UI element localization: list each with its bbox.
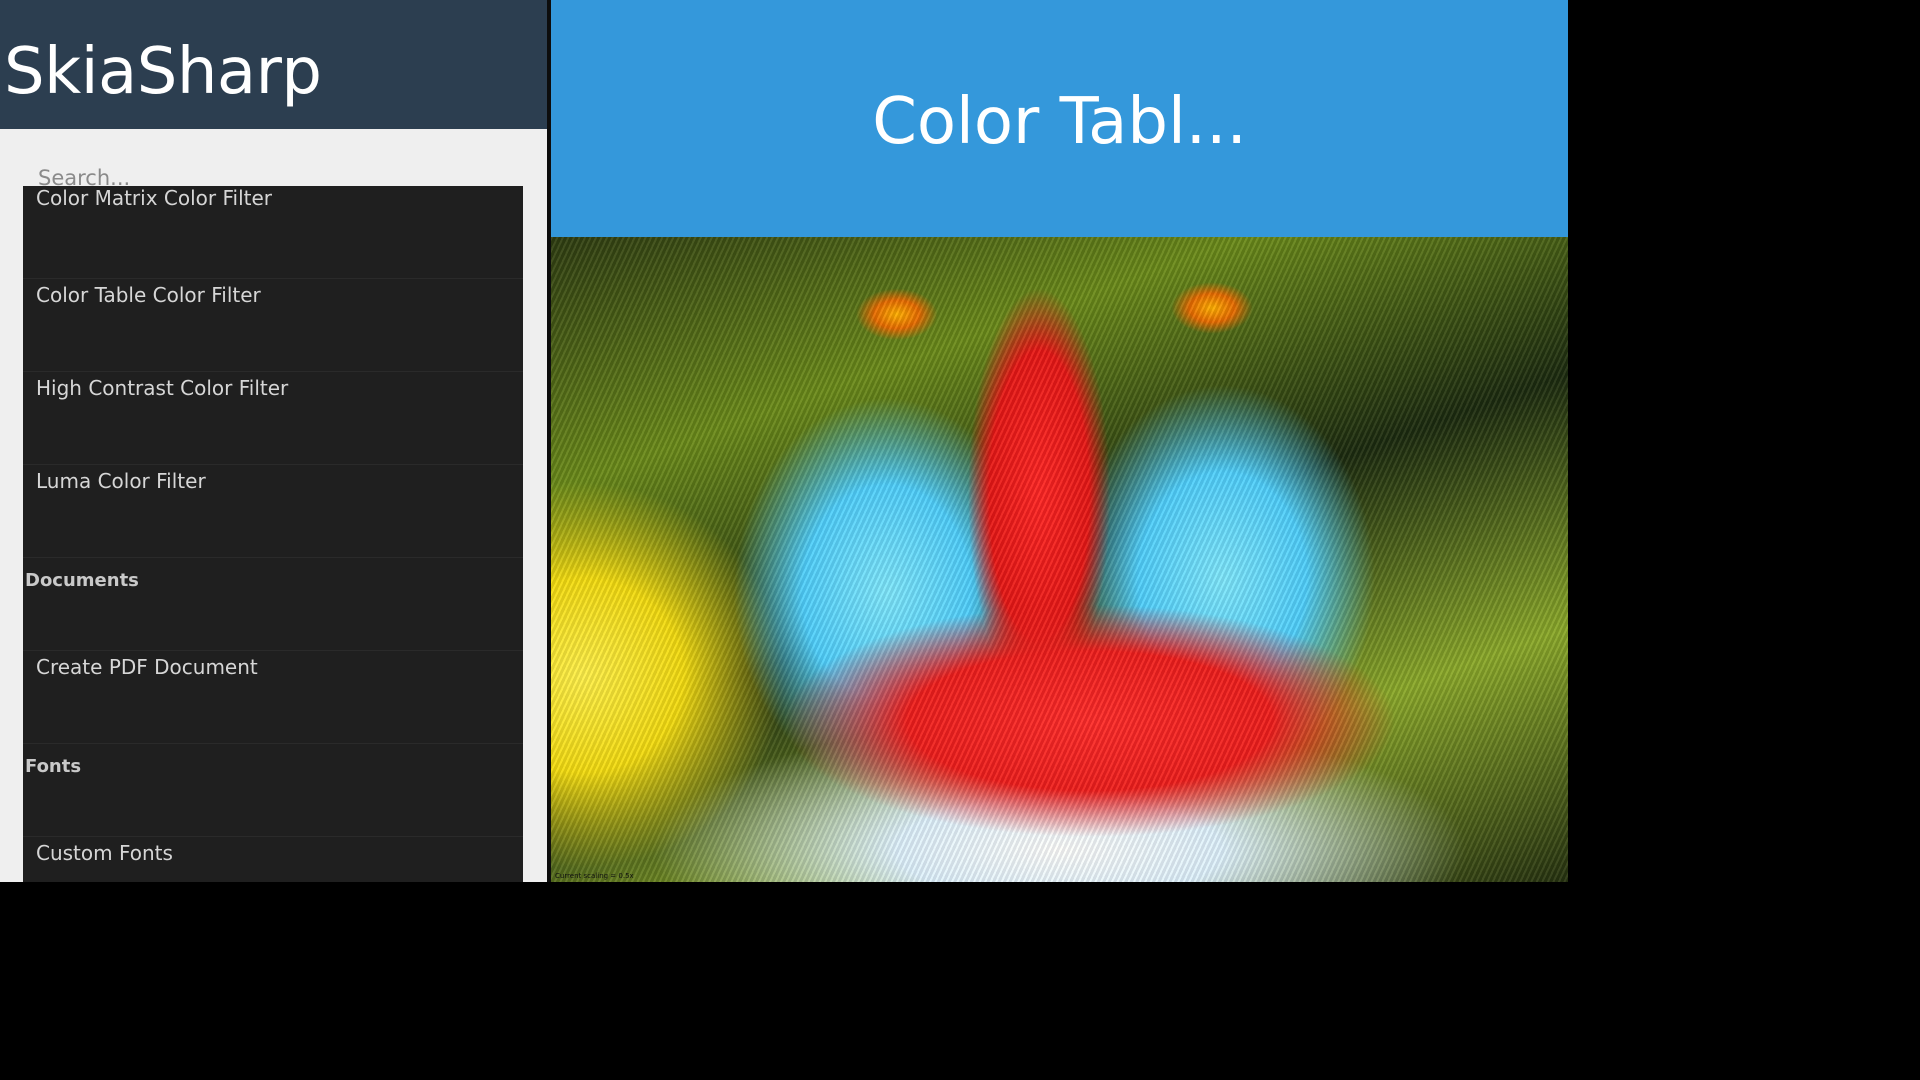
scaling-readout: Current scaling = 0.5x xyxy=(555,872,634,880)
sample-list[interactable]: Color Matrix Color Filter Color Table Co… xyxy=(23,186,523,882)
group-header-label: Documents xyxy=(25,570,139,591)
sidebar-header: SkiaSharp xyxy=(0,0,547,129)
page-title: Color Tabl... xyxy=(872,85,1247,159)
group-header-fonts: Fonts xyxy=(23,744,523,837)
list-item[interactable]: Luma Color Filter xyxy=(23,465,523,558)
sample-canvas[interactable]: Current scaling = 0.5x xyxy=(551,237,1568,882)
group-header-documents: Documents xyxy=(23,558,523,651)
detail-header: Color Tabl... xyxy=(551,0,1568,237)
list-item[interactable]: Color Table Color Filter xyxy=(23,279,523,372)
list-item[interactable]: High Contrast Color Filter xyxy=(23,372,523,465)
list-item[interactable]: Custom Fonts xyxy=(23,837,523,882)
list-item-label: Create PDF Document xyxy=(36,655,258,679)
sidebar: SkiaSharp Color Matrix Color Filter Colo… xyxy=(0,0,547,882)
list-item-label: Custom Fonts xyxy=(36,841,173,865)
list-item[interactable]: Color Matrix Color Filter xyxy=(23,186,523,279)
group-header-label: Fonts xyxy=(25,756,82,777)
list-item-label: High Contrast Color Filter xyxy=(36,376,289,400)
list-item-label: Color Matrix Color Filter xyxy=(36,186,273,210)
app-title: SkiaSharp xyxy=(4,35,322,109)
list-item-label: Luma Color Filter xyxy=(36,469,206,493)
list-item[interactable]: Create PDF Document xyxy=(23,651,523,744)
list-item-label: Color Table Color Filter xyxy=(36,283,261,307)
